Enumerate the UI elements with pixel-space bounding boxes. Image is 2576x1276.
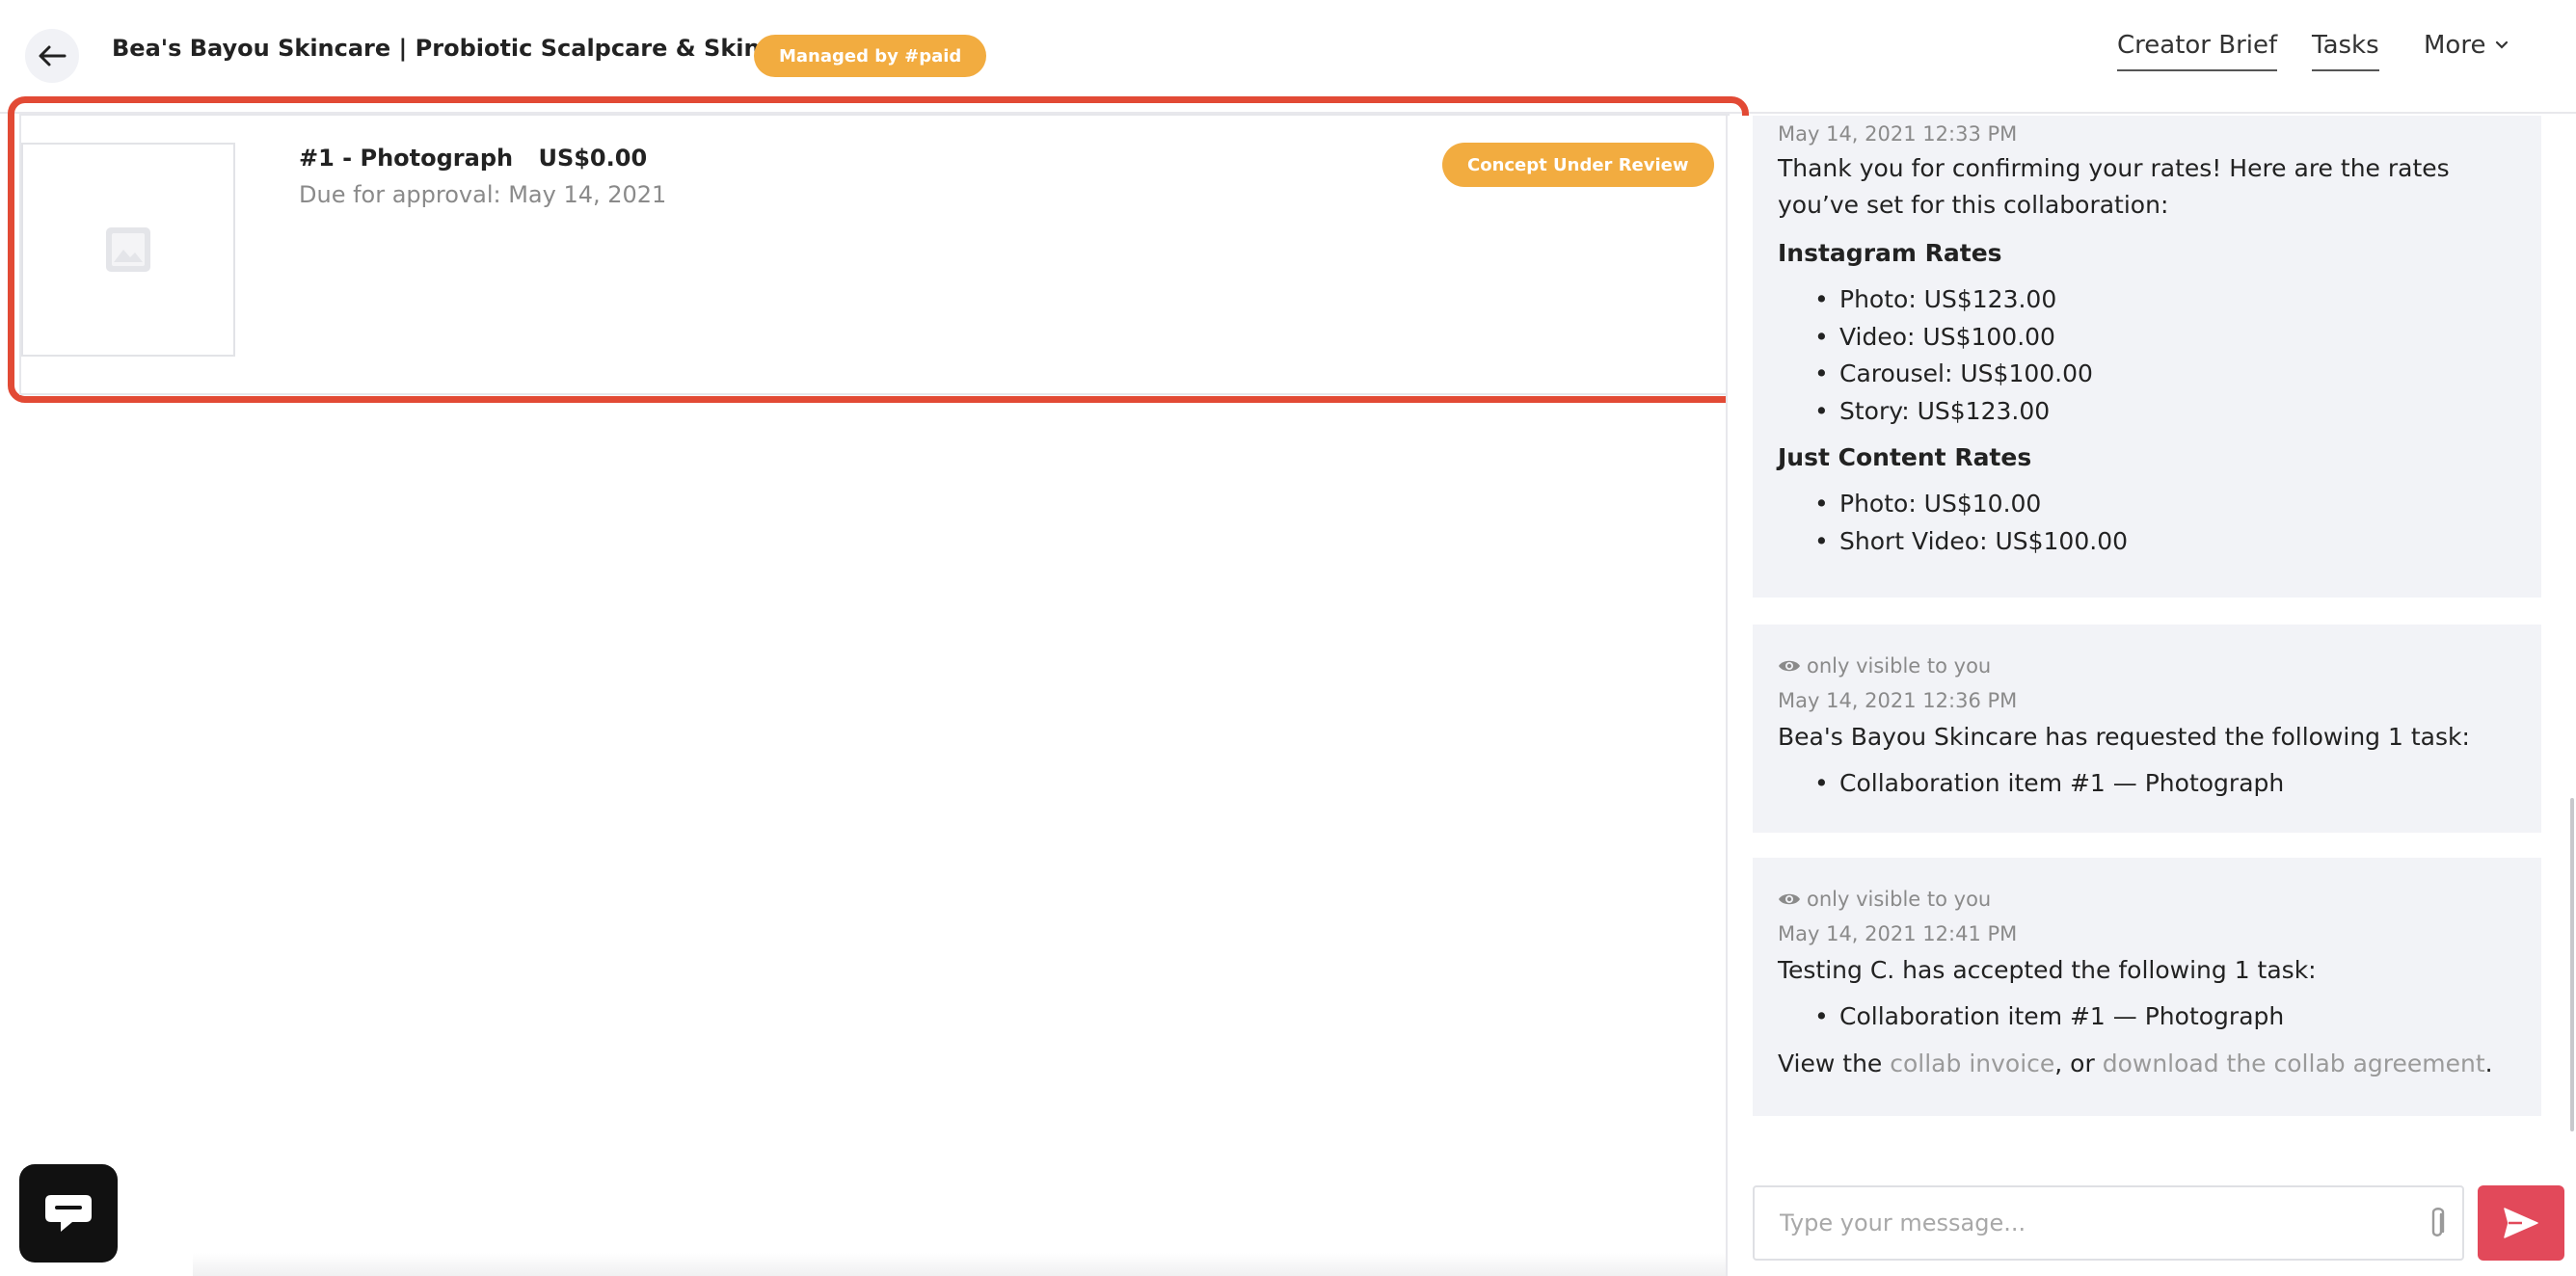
message-text: Thank you for confirming your rates! Her… <box>1778 154 2450 219</box>
footer-middle: , or <box>2054 1049 2103 1077</box>
arrow-left-icon <box>39 45 67 66</box>
list-item: Photo: US$123.00 <box>1814 281 2516 319</box>
message-input[interactable] <box>1755 1187 2410 1259</box>
footer-suffix: . <box>2484 1049 2493 1077</box>
task-due-date: Due for approval: May 14, 2021 <box>299 181 667 208</box>
list-item: Video: US$100.00 <box>1814 319 2516 357</box>
section-heading: Just Content Rates <box>1778 443 2032 471</box>
section-heading: Instagram Rates <box>1778 239 2002 267</box>
message-scrollbar[interactable] <box>2570 798 2574 1131</box>
list-item: Carousel: US$100.00 <box>1814 356 2516 393</box>
chat-launcher-button[interactable] <box>19 1164 118 1263</box>
message-time: May 14, 2021 12:41 PM <box>1778 922 2018 945</box>
more-menu[interactable]: More <box>2424 31 2509 60</box>
visibility-text: only visible to you <box>1807 888 1992 911</box>
message-panel: May 14, 2021 12:33 PM Thank you for conf… <box>1726 116 2576 1276</box>
task-price: US$0.00 <box>538 145 648 172</box>
more-label: More <box>2424 31 2486 60</box>
tab-tasks[interactable]: Tasks <box>2312 31 2379 71</box>
message-time: May 14, 2021 12:36 PM <box>1778 689 2018 712</box>
message-footer: View the collab invoice, or download the… <box>1778 1046 2516 1082</box>
eye-icon <box>1779 893 1800 905</box>
send-icon <box>2504 1208 2538 1238</box>
task-name: #1 - Photograph <box>299 145 514 172</box>
managed-badge: Managed by #paid <box>754 35 987 77</box>
task-thumbnail <box>21 143 235 357</box>
task-list: Collaboration item #1 — Photograph <box>1778 998 2516 1036</box>
visibility-note: only visible to you <box>1778 885 2516 914</box>
message-text: Testing C. has accepted the following 1 … <box>1778 956 2317 984</box>
send-button[interactable] <box>2478 1185 2564 1261</box>
message-accepted: only visible to you May 14, 2021 12:41 P… <box>1753 858 2541 1116</box>
eye-icon <box>1779 660 1800 672</box>
message-text: Bea's Bayou Skincare has requested the f… <box>1778 723 2470 751</box>
list-item: Collaboration item #1 — Photograph <box>1814 765 2516 803</box>
bottom-fade <box>193 1253 1726 1276</box>
task-list: Collaboration item #1 — Photograph <box>1778 765 2516 803</box>
status-badge: Concept Under Review <box>1442 143 1714 187</box>
paperclip-icon[interactable] <box>2422 1207 2453 1243</box>
page-title: Bea's Bayou Skincare | Probiotic Scalpca… <box>112 35 818 62</box>
image-placeholder-icon <box>106 227 150 272</box>
visibility-note: only visible to you <box>1778 651 2516 680</box>
task-card[interactable]: #1 - Photograph US$0.00 Due for approval… <box>19 114 1730 395</box>
chat-bubble-icon <box>45 1195 92 1232</box>
message-rates: May 14, 2021 12:33 PM Thank you for conf… <box>1753 116 2541 598</box>
collab-invoice-link[interactable]: collab invoice <box>1890 1050 2054 1077</box>
list-item: Photo: US$10.00 <box>1814 486 2516 523</box>
list-item: Collaboration item #1 — Photograph <box>1814 998 2516 1036</box>
chevron-down-icon <box>2496 40 2509 49</box>
footer-prefix: View the <box>1778 1049 1891 1077</box>
message-request: only visible to you May 14, 2021 12:36 P… <box>1753 625 2541 833</box>
rate-list: Photo: US$123.00 Video: US$100.00 Carous… <box>1778 281 2516 430</box>
download-agreement-link[interactable]: download the collab agreement <box>2103 1050 2485 1077</box>
message-time: May 14, 2021 12:33 PM <box>1778 122 2018 146</box>
list-item: Short Video: US$100.00 <box>1814 523 2516 561</box>
back-button[interactable] <box>25 29 79 83</box>
tab-creator-brief[interactable]: Creator Brief <box>2117 31 2278 71</box>
rate-list: Photo: US$10.00 Short Video: US$100.00 <box>1778 486 2516 560</box>
visibility-text: only visible to you <box>1807 654 1992 678</box>
task-title: #1 - Photograph US$0.00 <box>299 145 664 172</box>
message-composer <box>1753 1185 2464 1261</box>
list-item: Story: US$123.00 <box>1814 393 2516 431</box>
